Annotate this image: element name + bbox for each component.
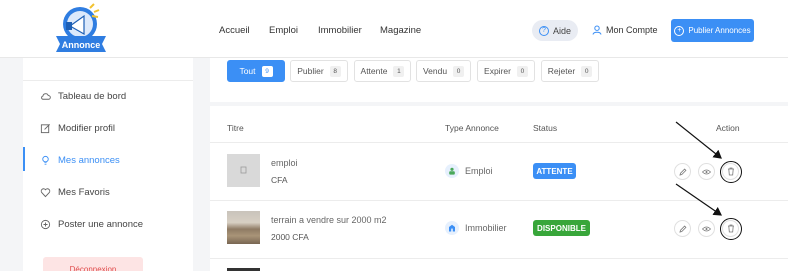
sidebar-item-label: Mes annonces <box>58 155 120 166</box>
tab-count: 8 <box>329 65 341 77</box>
status-badge: DISPONIBLE <box>533 220 590 236</box>
listing-title[interactable]: emploi <box>271 158 298 168</box>
sidebar-item-mes-favoris[interactable]: Mes Favoris <box>40 187 110 198</box>
annonces-table <box>210 106 788 271</box>
nav-immobilier[interactable]: Immobilier <box>318 25 362 36</box>
tab-count: 9 <box>261 65 273 77</box>
listing-type: Emploi <box>445 164 493 178</box>
tab-count: 0 <box>516 65 528 77</box>
sidebar: Tableau de bord Modifier profil Mes anno… <box>23 58 193 271</box>
sidebar-divider <box>23 80 193 81</box>
building-icon <box>445 221 459 235</box>
image-placeholder-icon <box>240 166 247 174</box>
user-icon <box>592 25 602 35</box>
listing-title[interactable]: terrain a vendre sur 2000 m2 <box>271 215 387 225</box>
cloud-icon <box>41 93 51 100</box>
bulb-icon <box>42 155 49 165</box>
logout-button[interactable]: Déconnexion <box>43 257 143 271</box>
nav-magazine[interactable]: Magazine <box>380 25 421 36</box>
tab-count: 0 <box>581 65 593 77</box>
column-header-action: Action <box>716 123 740 133</box>
edit-button[interactable] <box>674 220 691 237</box>
tab-label: Expirer <box>484 66 511 76</box>
listing-type-label: Emploi <box>465 166 493 176</box>
listing-type: Immobilier <box>445 221 507 235</box>
top-header: Annonce Accueil Emploi Immobilier Magazi… <box>0 0 788 58</box>
view-button[interactable] <box>698 163 715 180</box>
tab-publier[interactable]: Publier 8 <box>290 60 348 82</box>
publier-annonces-button[interactable]: + Publier Annonces <box>671 19 754 42</box>
listing-price: CFA <box>271 175 288 185</box>
eye-icon <box>702 169 711 174</box>
highlight-ring <box>719 217 742 240</box>
view-button[interactable] <box>698 220 715 237</box>
pencil-icon <box>678 168 686 176</box>
annonce-logo[interactable]: Annonce <box>50 2 112 54</box>
nav-emploi[interactable]: Emploi <box>269 25 298 36</box>
listing-type-label: Immobilier <box>465 223 507 233</box>
edit-icon <box>40 124 50 134</box>
help-icon: ? <box>538 25 549 36</box>
sidebar-item-label: Modifier profil <box>58 123 116 134</box>
plus-circle-icon <box>40 219 51 230</box>
heart-icon <box>40 188 51 198</box>
highlight-ring <box>719 160 742 183</box>
nav-accueil[interactable]: Accueil <box>219 25 250 36</box>
publier-label: Publier Annonces <box>688 26 751 35</box>
column-header-titre: Titre <box>227 123 244 133</box>
eye-icon <box>702 226 711 231</box>
plus-circle-icon: + <box>674 25 685 36</box>
tab-count: 1 <box>393 65 405 77</box>
row-divider <box>210 200 788 201</box>
tab-count: 0 <box>453 65 465 77</box>
listing-thumbnail[interactable] <box>227 154 260 187</box>
tab-vendu[interactable]: Vendu 0 <box>416 60 471 82</box>
tab-label: Tout <box>239 66 256 76</box>
sidebar-active-indicator <box>23 147 25 171</box>
sidebar-item-label: Mes Favoris <box>58 187 110 198</box>
pencil-icon <box>678 225 686 233</box>
sidebar-item-modifier-profil[interactable]: Modifier profil <box>40 123 115 134</box>
tab-tout[interactable]: Tout 9 <box>227 60 285 82</box>
sidebar-item-label: Tableau de bord <box>58 91 127 102</box>
edit-button[interactable] <box>674 163 691 180</box>
listing-thumbnail[interactable] <box>227 211 260 244</box>
row-divider <box>210 142 788 143</box>
listing-price: 2000 CFA <box>271 232 309 242</box>
column-header-status: Status <box>533 123 558 133</box>
tab-label: Rejeter <box>547 66 576 76</box>
tab-expirer[interactable]: Expirer 0 <box>477 60 535 82</box>
aide-button[interactable]: ? Aide <box>532 20 578 41</box>
sidebar-item-label: Poster une annonce <box>58 219 144 230</box>
tab-label: Vendu <box>422 66 448 76</box>
tab-label: Attente <box>360 66 388 76</box>
tab-attente[interactable]: Attente 1 <box>354 60 411 82</box>
sidebar-item-mes-annonces[interactable]: Mes annonces <box>40 155 120 166</box>
aide-label: Aide <box>552 25 571 36</box>
row-divider <box>210 258 788 259</box>
sidebar-item-poster-annonce[interactable]: Poster une annonce <box>40 219 143 230</box>
logo-text: Annonce <box>62 40 101 50</box>
tab-rejeter[interactable]: Rejeter 0 <box>541 60 599 82</box>
column-header-type: Type Annonce <box>445 123 499 133</box>
sidebar-item-tableau-de-bord[interactable]: Tableau de bord <box>40 91 126 102</box>
mon-compte-button[interactable]: Mon Compte <box>592 25 658 35</box>
briefcase-icon <box>445 164 459 178</box>
tab-label: Publier <box>297 66 324 76</box>
mon-compte-label: Mon Compte <box>606 25 658 35</box>
status-badge: ATTENTE <box>533 163 576 179</box>
